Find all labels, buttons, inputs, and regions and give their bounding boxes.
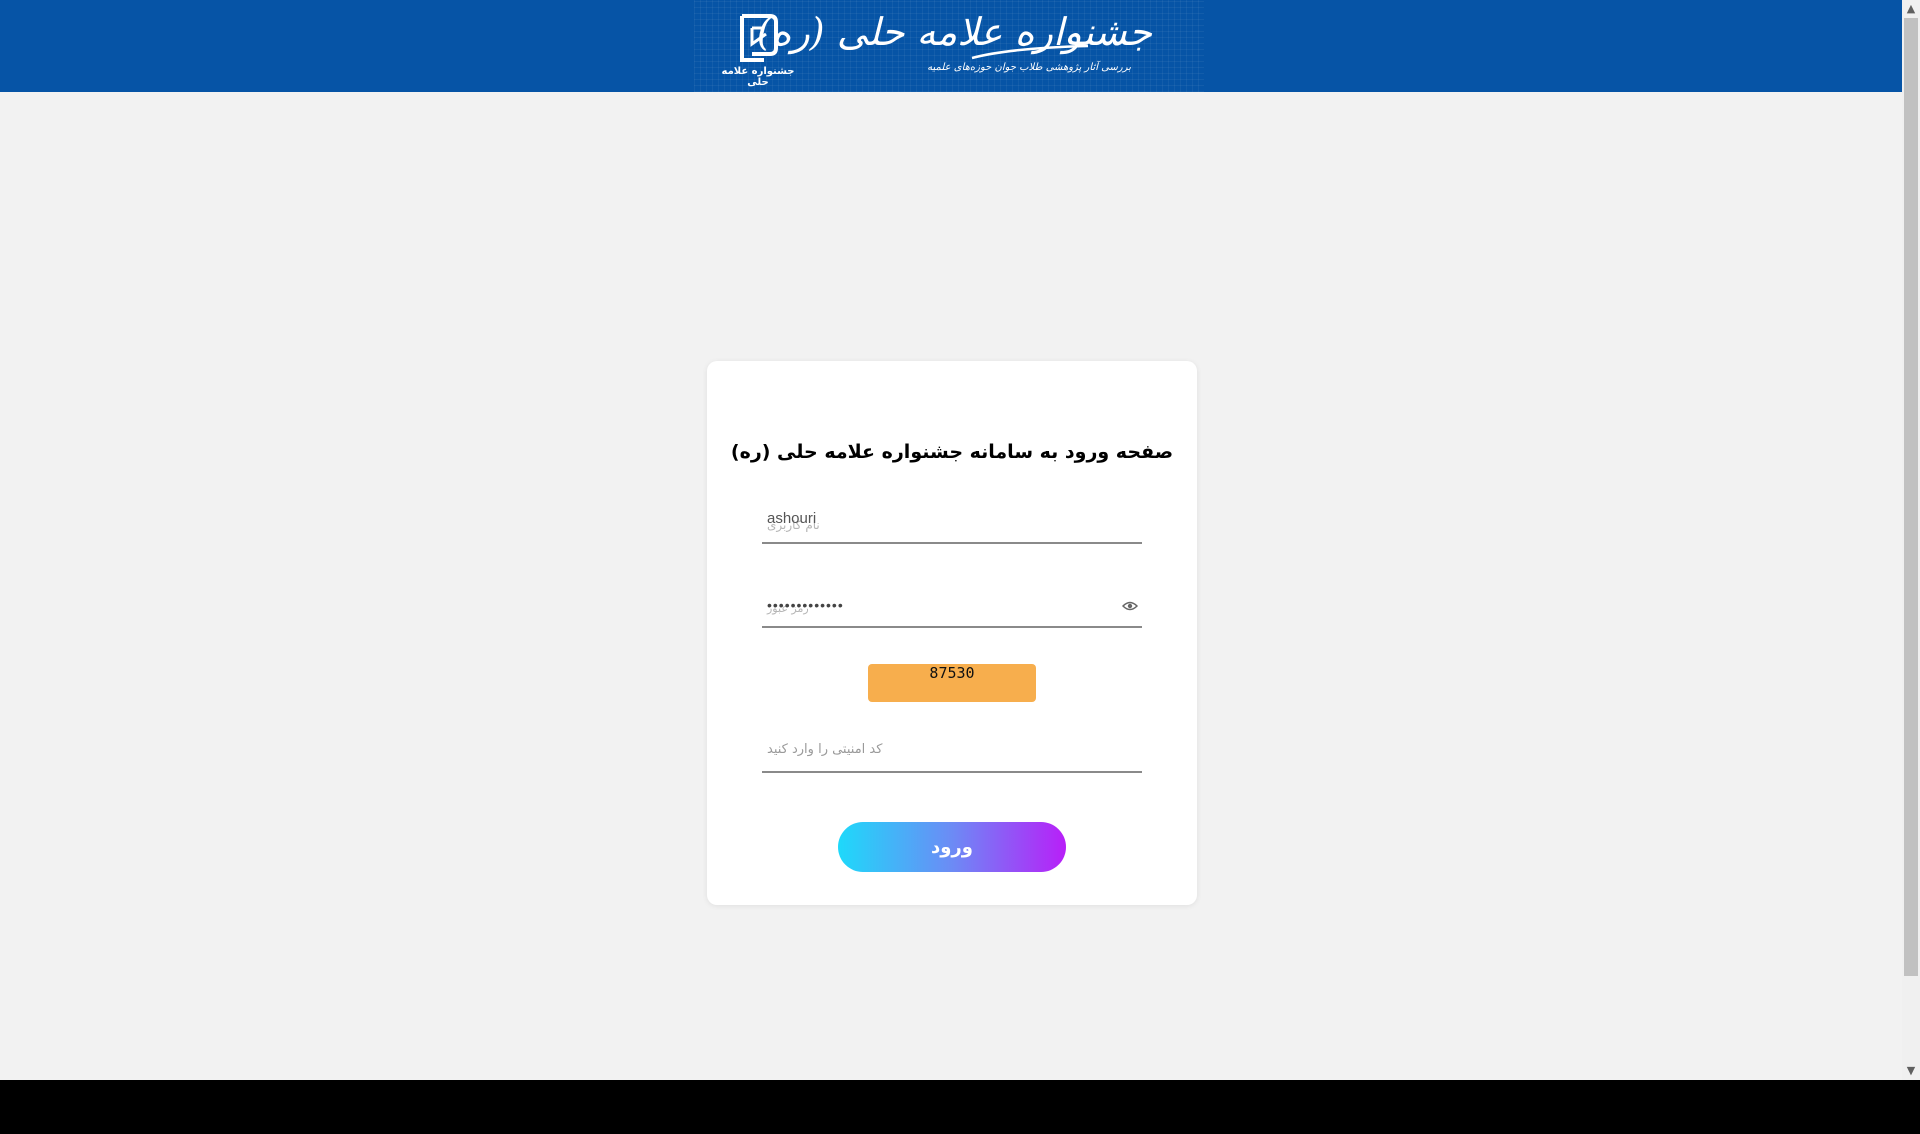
password-value: ••••••••••••• (767, 597, 844, 613)
username-field[interactable]: نام کاربری ashouri (762, 502, 1142, 544)
login-title: صفحه ورود به سامانه جشنواره علامه حلی (ر… (730, 441, 1174, 463)
brand-swoosh-icon (971, 44, 1089, 60)
site-header: جشنواره علامه حلی جشنواره علامه حلی (ره)… (0, 0, 1902, 92)
login-button[interactable]: ورود (838, 822, 1066, 872)
chevron-up-icon[interactable]: ▲ (1902, 0, 1920, 18)
brand-subtitle: بررسی آثار پژوهشی طلاب جوان حوزه‌های علم… (927, 62, 1131, 73)
taskbar (0, 1080, 1920, 1134)
password-field[interactable]: رمز عبور ••••••••••••• (762, 586, 1142, 628)
captcha-input[interactable]: کد امنیتی را وارد کنید (762, 731, 1142, 773)
eye-icon[interactable] (1122, 601, 1138, 611)
page-scrollbar[interactable]: ▲ ▼ (1902, 0, 1920, 1080)
scroll-thumb[interactable] (1904, 18, 1918, 976)
captcha-placeholder: کد امنیتی را وارد کنید (767, 742, 883, 757)
logo-caption: جشنواره علامه حلی (721, 66, 795, 88)
chevron-down-icon[interactable]: ▼ (1902, 1062, 1920, 1080)
captcha-image[interactable]: 87530 (868, 664, 1036, 702)
login-card: صفحه ورود به سامانه جشنواره علامه حلی (ر… (707, 361, 1197, 905)
username-value: ashouri (767, 510, 817, 527)
